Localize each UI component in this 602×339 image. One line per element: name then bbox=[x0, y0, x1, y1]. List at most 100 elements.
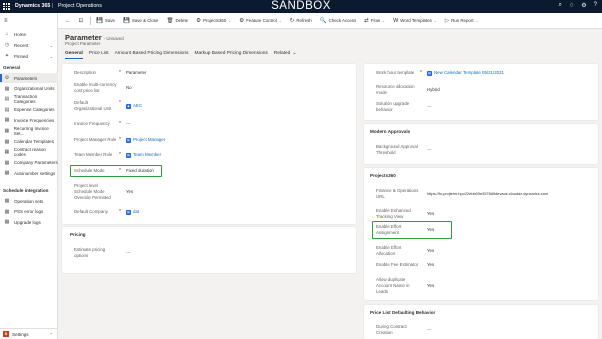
sidebar-item-recurring-invoice-set[interactable]: ▦ Recurring Invoice Set... bbox=[0, 126, 58, 136]
area-switcher[interactable]: S Settings ⌃ bbox=[0, 328, 58, 339]
field-value-text: --- bbox=[427, 104, 432, 109]
form-tabs: General Price List Amount Based Pricing Di… bbox=[65, 51, 296, 59]
field-value[interactable]: --- bbox=[427, 104, 431, 110]
field-value[interactable]: --- bbox=[427, 147, 431, 153]
lookup-link[interactable]: New Calendar Template 05/21/2021 bbox=[434, 70, 504, 76]
command-refresh[interactable]: ↻ Refresh bbox=[287, 18, 317, 24]
field-value[interactable]: ▤ Project Manager bbox=[126, 137, 165, 143]
field-value[interactable]: Yes bbox=[427, 283, 434, 289]
required-indicator: * bbox=[420, 69, 422, 76]
help-icon[interactable]: ? bbox=[594, 2, 597, 9]
field-default-organizational-unit: Default Organizational Unit * ◆ AEC bbox=[62, 100, 356, 112]
lightbulb-icon[interactable]: ♢ bbox=[569, 2, 574, 9]
field-value[interactable]: ◆ AEC bbox=[126, 103, 142, 109]
hamburger-menu-icon[interactable]: ≡ bbox=[4, 18, 8, 24]
command-save[interactable]: 💾 Save bbox=[93, 18, 120, 24]
lookup-link[interactable]: Project Manager bbox=[133, 137, 165, 143]
app-name[interactable]: Dynamics 365 bbox=[15, 3, 50, 9]
sidebar-item-invoice-frequencies[interactable]: ▦ Invoice Frequencies bbox=[0, 115, 58, 125]
field-value[interactable]: --- bbox=[126, 121, 130, 127]
field-value[interactable]: https://fo-projteim-hpo22ebb09e3578d9dev… bbox=[427, 191, 548, 197]
command-check-access-icon: 🔍 bbox=[319, 17, 327, 24]
chevron-down-icon: ⌄ bbox=[382, 18, 386, 23]
command-run-report-icon: ▷ bbox=[444, 17, 450, 24]
highlight-box bbox=[372, 221, 452, 239]
top-bar: SANDBOX Dynamics 365 | Project Operation… bbox=[0, 0, 602, 13]
command-check-access[interactable]: 🔍 Check Access bbox=[317, 18, 361, 24]
sidebar-item-pinned[interactable]: ✦ Pinned ⌄ bbox=[0, 51, 58, 61]
chevron-down-icon: ⌄ bbox=[433, 18, 437, 23]
field-value[interactable]: Parameter bbox=[126, 70, 147, 76]
field-during-contract-creation: During Contract Creation --- bbox=[364, 324, 598, 336]
field-value-text: Hybrid bbox=[427, 87, 440, 92]
price-list-defaulting-title: Price List Defaulting Behavior bbox=[370, 310, 436, 315]
command-delete[interactable]: 🗑 Delete bbox=[163, 18, 193, 24]
field-value[interactable]: Yes bbox=[427, 211, 434, 217]
field-value[interactable]: Hybrid bbox=[427, 87, 440, 93]
sidebar-item-home[interactable]: ⌂ Home bbox=[0, 29, 58, 39]
command-save-close-icon: 💾 bbox=[122, 17, 130, 24]
tab-amount-based-pricing-dimensions[interactable]: Amount Based Pricing Dimensions bbox=[115, 51, 189, 59]
tab-related[interactable]: Related ⌄ bbox=[274, 51, 297, 59]
sidebar-item-contract-reason-codes[interactable]: ▦ Contract reason codes bbox=[0, 147, 58, 157]
sidebar-item-autonumber-settings[interactable]: ▦ Autonumber settings bbox=[0, 168, 58, 178]
field-label: Allow duplicate Account Name in Leads bbox=[376, 277, 410, 294]
lookup-link[interactable]: dat bbox=[133, 209, 139, 215]
field-value[interactable]: Yes bbox=[427, 262, 434, 268]
sidebar-item-label: Invoice Frequencies bbox=[14, 117, 55, 123]
sidebar-item-expense-categories[interactable]: ▤ Expense Categories bbox=[0, 105, 58, 115]
sidebar-item-pss-error-logs[interactable]: ▦ PSS error logs bbox=[0, 207, 58, 217]
sidebar-item-label: Autonumber settings bbox=[14, 170, 56, 176]
record-subtitle: Project Parameter bbox=[65, 41, 101, 46]
field-enable-effort-assignment: Enable Effort Assignment Yes bbox=[364, 221, 598, 239]
command-run-report[interactable]: ▷ Run Report ⌄ bbox=[442, 18, 484, 24]
sidebar-company-parameters-icon: ▦ bbox=[4, 159, 10, 166]
field-value[interactable]: Yes bbox=[427, 248, 434, 254]
org-unit-icon: ◆ bbox=[126, 103, 131, 109]
sidebar-item-operation-sets[interactable]: ▦ Operation sets bbox=[0, 196, 58, 206]
command-word-templates[interactable]: W Word Templates ⌄ bbox=[390, 18, 442, 24]
command-projects360[interactable]: ⚙ Projects360 ⌄ bbox=[193, 18, 236, 24]
command-save-icon: 💾 bbox=[96, 17, 103, 24]
required-indicator: * bbox=[119, 120, 121, 127]
tab-markup-based-pricing-dimensions[interactable]: Markup Based Pricing Dimensions bbox=[194, 51, 267, 59]
field-value[interactable]: ▤ Team Member bbox=[126, 152, 161, 158]
field-value[interactable]: --- bbox=[126, 250, 130, 256]
field-value[interactable]: ▤ dat bbox=[126, 209, 139, 215]
command-flow[interactable]: ⇄ Flow ⌄ bbox=[361, 18, 390, 24]
field-value[interactable]: No bbox=[126, 85, 132, 91]
field-value[interactable]: --- bbox=[427, 327, 431, 333]
open-in-new-window-button[interactable]: ⊡ bbox=[76, 18, 89, 24]
field-label: Invoice Frequency bbox=[74, 121, 110, 126]
sidebar-item-company-parameters[interactable]: ▦ Company Parameters bbox=[0, 158, 58, 168]
sidebar-item-label: Organizational Units bbox=[14, 86, 55, 92]
tab-general[interactable]: General bbox=[65, 51, 83, 59]
sidebar-item-label: Pinned bbox=[14, 53, 29, 59]
lookup-link[interactable]: Team Member bbox=[133, 152, 161, 158]
field-team-member-role: Team Member Role * ▤ Team Member bbox=[62, 152, 356, 158]
command-feature-control[interactable]: ⚙ Feature Control ⌄ bbox=[236, 18, 286, 24]
sidebar-organizational-units-icon: ▦ bbox=[4, 85, 10, 92]
field-label: Project Manager Role bbox=[74, 137, 117, 142]
sidebar-item-label: Expense Categories bbox=[14, 107, 55, 113]
field-label: Solution upgrade behavior bbox=[376, 101, 410, 112]
sidebar-item-organizational-units[interactable]: ▦ Organizational Units bbox=[0, 84, 58, 94]
search-icon[interactable]: ⌕ bbox=[559, 2, 562, 9]
field-value[interactable]: ▤ New Calendar Template 05/21/2021 bbox=[427, 70, 504, 76]
tab-price-list[interactable]: Price List bbox=[89, 51, 109, 59]
back-button[interactable]: ← bbox=[62, 18, 76, 24]
sidebar-item-recent[interactable]: ◷ Recent ⌄ bbox=[0, 40, 58, 50]
price-list-defaulting-card: Price List Defaulting Behavior During Co… bbox=[364, 305, 598, 339]
field-value[interactable]: Yes bbox=[126, 189, 133, 195]
sidebar-item-calendar-templates[interactable]: ▦ Calendar Templates bbox=[0, 137, 58, 147]
sidebar-item-parameters[interactable]: ⚙ Parameters bbox=[0, 73, 58, 83]
sidebar-item-transaction-categories[interactable]: ▤ Transaction Categories bbox=[0, 94, 58, 104]
lookup-link[interactable]: AEC bbox=[133, 103, 142, 109]
command-save-close[interactable]: 💾 Save & Close bbox=[120, 18, 163, 24]
sidebar-item-upgrade-logs[interactable]: ▦ Upgrade logs bbox=[0, 217, 58, 227]
app-area[interactable]: Project Operations bbox=[58, 3, 102, 9]
command-projects360-label: Projects360 bbox=[203, 18, 227, 23]
chevron-up-icon: ⌃ bbox=[49, 331, 53, 337]
command-bar: ← ⊡ 💾 Save 💾 Save & Close 🗑 Delete ⚙ Projects360 ⌄… bbox=[58, 13, 602, 29]
settings-icon[interactable]: ⚙ bbox=[581, 2, 586, 9]
